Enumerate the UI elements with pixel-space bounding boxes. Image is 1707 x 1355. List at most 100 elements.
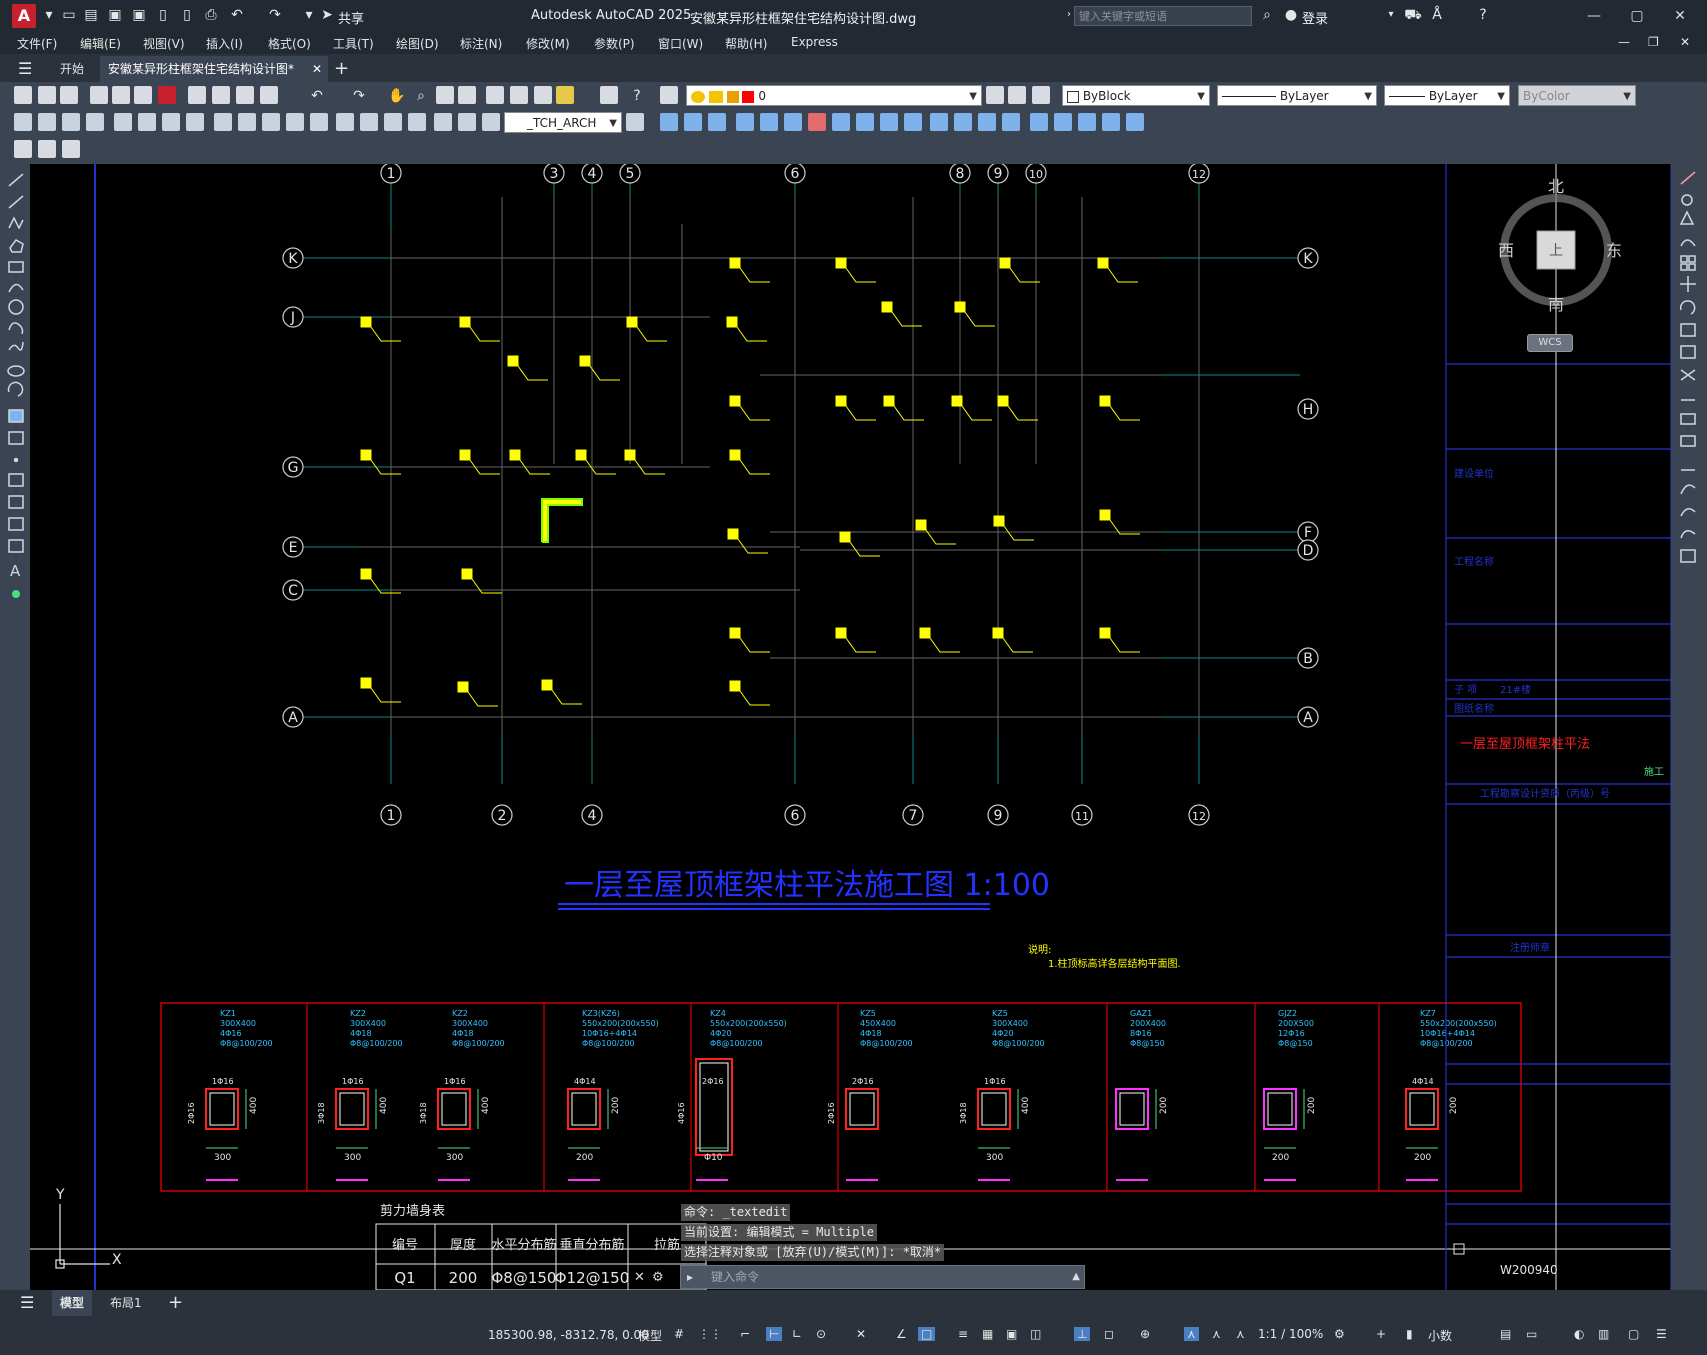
isolate-objects-icon[interactable]: ◐ (1574, 1327, 1584, 1341)
dim-update-icon[interactable] (482, 113, 500, 131)
selection-cycling-icon[interactable]: ▣ (1006, 1327, 1017, 1341)
open-file-icon[interactable]: ▤ (82, 6, 100, 24)
design-center-icon[interactable] (510, 86, 528, 104)
lock-ui-icon[interactable]: ▭ (1526, 1327, 1537, 1341)
properties-icon[interactable] (486, 86, 504, 104)
copy-obj-icon[interactable] (684, 113, 702, 131)
save-web-icon[interactable]: ▯ (178, 6, 196, 24)
close-button[interactable]: ✕ (1665, 6, 1695, 26)
extend-icon[interactable] (904, 113, 922, 131)
save-icon[interactable]: ▣ (106, 6, 124, 24)
menu-edit[interactable]: 编辑(E) (80, 35, 121, 52)
mirror-icon[interactable] (708, 113, 726, 131)
polar-tracking-icon[interactable]: ⊙ (816, 1327, 826, 1341)
edit-hatch-icon[interactable] (1126, 113, 1144, 131)
model-space-button[interactable]: 模型 (638, 1327, 662, 1344)
center-mark-icon[interactable] (360, 113, 378, 131)
doc-close-button[interactable]: ✕ (1680, 35, 1690, 49)
login-link[interactable]: 登录 (1302, 8, 1328, 27)
offset-icon[interactable] (736, 113, 754, 131)
quick-properties-icon[interactable]: ▤ (1500, 1327, 1511, 1341)
share-icon[interactable]: ➤ (318, 6, 336, 24)
zoom-window-icon[interactable] (436, 86, 454, 104)
tab-close-icon[interactable]: ✕ (312, 56, 322, 82)
command-prompt-icon[interactable]: ▸ (687, 1266, 693, 1288)
command-input[interactable]: ▸ 键入命令 ▲ (680, 1265, 1085, 1289)
linear-dimension-icon[interactable] (14, 113, 32, 131)
annotation-visibility-icon[interactable]: ⋏ (1184, 1327, 1199, 1341)
layer-dropdown[interactable]: 0 ▼ (686, 85, 982, 106)
menu-dimension[interactable]: 标注(N) (460, 35, 502, 52)
menu-file[interactable]: 文件(F) (17, 35, 57, 52)
break-icon[interactable] (930, 113, 948, 131)
object-snap-icon[interactable]: □ (918, 1327, 936, 1341)
layer-on-icon[interactable] (691, 90, 705, 103)
stretch-icon[interactable] (856, 113, 874, 131)
search-input[interactable]: 键入关键字或短语 (1074, 6, 1252, 26)
open-web-icon[interactable]: ▯ (154, 6, 172, 24)
tab-model[interactable]: 模型 (52, 1290, 93, 1316)
redo-icon[interactable]: ↷ (266, 6, 284, 24)
ordinate-icon[interactable] (86, 113, 104, 131)
inspect-icon[interactable] (384, 113, 402, 131)
menu-parametric[interactable]: 参数(P) (594, 35, 635, 52)
move-icon[interactable] (660, 113, 678, 131)
minimize-button[interactable]: — (1579, 6, 1609, 26)
menu-format[interactable]: 格式(O) (268, 35, 311, 52)
edit-polyline-icon[interactable] (1078, 113, 1096, 131)
menu-help[interactable]: 帮助(H) (725, 35, 767, 52)
continue-icon[interactable] (262, 113, 280, 131)
search-icon[interactable]: ⌕ (1258, 6, 1276, 24)
customization-icon[interactable]: ☰ (1656, 1327, 1667, 1341)
customize-icon[interactable]: ▾ (300, 6, 318, 24)
arc-length-icon[interactable] (62, 113, 80, 131)
3d-osnap-icon[interactable]: ◫ (1030, 1327, 1041, 1341)
tool-palettes-icon[interactable] (534, 86, 552, 104)
help-icon[interactable]: ? (1474, 6, 1492, 24)
dynamic-ucs-icon[interactable]: ⊥ (1074, 1327, 1091, 1341)
chamfer-icon[interactable] (978, 113, 996, 131)
clean-screen-icon[interactable]: ▢ (1628, 1327, 1639, 1341)
lineweight-icon[interactable]: ≡ (958, 1327, 968, 1341)
dim-break-icon[interactable] (310, 113, 328, 131)
pan-icon[interactable]: ✋ (388, 87, 406, 105)
zoom-previous-icon[interactable] (458, 86, 476, 104)
plot-icon[interactable]: ⎙ (202, 6, 220, 24)
help-toolbar-icon[interactable]: ? (628, 87, 646, 105)
save-as-icon[interactable]: ▣ (130, 6, 148, 24)
copy-icon[interactable] (212, 86, 230, 104)
layer-properties-icon[interactable] (660, 86, 678, 104)
plotstyle-dropdown[interactable]: ByColor ▼ (1518, 85, 1636, 106)
user-icon[interactable]: ● (1282, 6, 1300, 24)
redo-toolbar-icon[interactable]: ↷ (350, 87, 368, 105)
aligned-dimension-icon[interactable] (38, 113, 56, 131)
layer-states-icon[interactable] (1032, 86, 1050, 104)
selection-filter-icon[interactable]: ◻ (1104, 1327, 1114, 1341)
command-history-icon[interactable]: ▲ (1072, 1266, 1080, 1288)
cut-icon[interactable] (188, 86, 206, 104)
erase-icon[interactable] (808, 113, 826, 131)
join-icon[interactable] (954, 113, 972, 131)
trim-icon[interactable] (880, 113, 898, 131)
color-dropdown[interactable]: ByBlock ▼ (1062, 85, 1210, 106)
tab-layout1[interactable]: 布局1 (102, 1290, 150, 1316)
jogged-icon[interactable] (138, 113, 156, 131)
snap-icon[interactable]: ⋮⋮ (698, 1327, 722, 1341)
sheet-set-icon[interactable] (556, 86, 574, 104)
menu-modify[interactable]: 修改(M) (526, 35, 570, 52)
angular-icon[interactable] (186, 113, 204, 131)
units-icon[interactable]: ▮ (1406, 1327, 1413, 1341)
gizmo-icon[interactable]: ⊕ (1140, 1327, 1150, 1341)
menu-view[interactable]: 视图(V) (143, 35, 185, 52)
dim-space-icon[interactable] (286, 113, 304, 131)
layer-lock-icon[interactable] (726, 90, 739, 103)
coordinate-readout[interactable]: 185300.98, -8312.78, 0.00 (488, 1328, 649, 1342)
add-layout-icon[interactable]: + (160, 1290, 191, 1316)
undo-icon[interactable]: ↶ (228, 6, 246, 24)
login-dropdown-icon[interactable]: ▾ (1382, 6, 1400, 24)
command-close-icon[interactable]: ✕ (634, 1270, 645, 1285)
insert-block-icon[interactable] (38, 140, 56, 158)
ortho-icon[interactable]: ∟ (792, 1327, 802, 1341)
drawing-canvas[interactable]: 1 3 4 5 6 8 9 10 12 1 2 4 6 7 9 11 12 K … (30, 164, 1671, 1290)
tolerance-icon[interactable] (336, 113, 354, 131)
